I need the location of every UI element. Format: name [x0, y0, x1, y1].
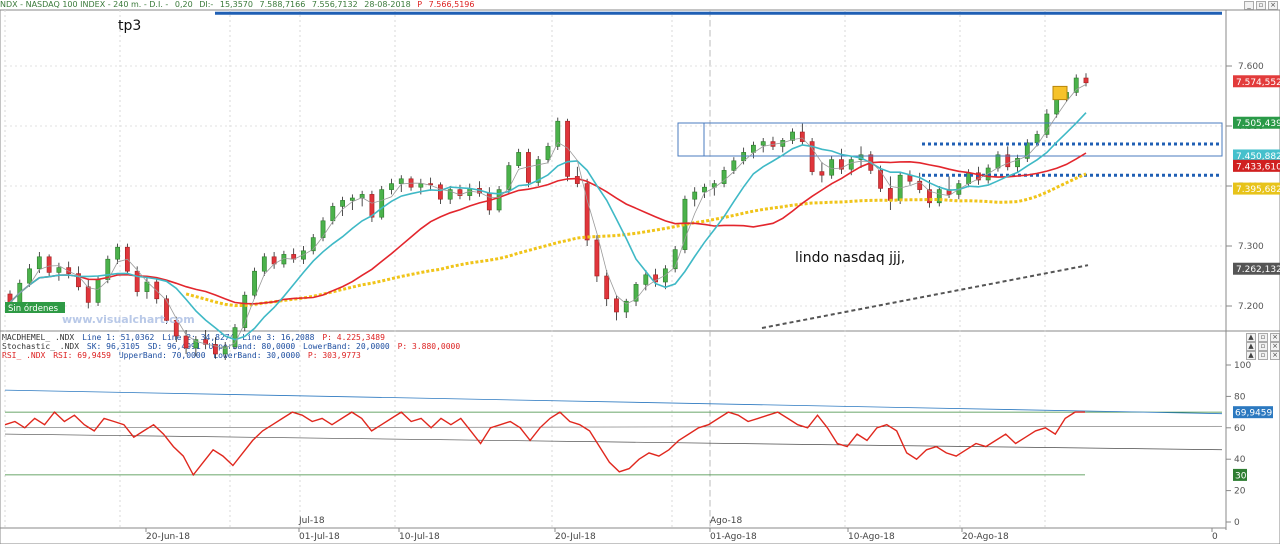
candle-body-35 — [349, 197, 355, 201]
date-label-3: 10-Jul-18 — [399, 532, 440, 542]
candle-body-58 — [574, 176, 580, 184]
candle-body-3 — [36, 256, 42, 270]
price-tick-label-3: 7.300 — [1238, 242, 1264, 252]
date-label-1: Jul-18 — [298, 516, 325, 526]
candle-body-25 — [252, 270, 257, 296]
price-badge-0: 7.574,5526 — [1236, 78, 1280, 88]
candle-body-61 — [604, 275, 610, 300]
rsi-tick-label-1: 80 — [1234, 392, 1246, 402]
trend-line — [761, 264, 1089, 329]
candle-body-11 — [115, 246, 120, 260]
comment-label: lindo nasdaq jjj, — [795, 250, 905, 266]
price-chart[interactable]: 7.6007.5007.4007.3007.2007.574,55267.505… — [0, 0, 1280, 544]
candle-body-74 — [731, 160, 737, 171]
date-label-8: 20-Ago-18 — [962, 532, 1009, 542]
candle-body-107 — [1054, 98, 1060, 115]
price-tick-label-4: 7.200 — [1238, 302, 1264, 312]
rsi-badge-1: 30 — [1235, 471, 1247, 481]
rsi-line — [4, 411, 1085, 477]
highlight-box — [1052, 85, 1068, 101]
rsi-trend-upper — [4, 389, 1223, 415]
candle-body-57 — [565, 120, 570, 177]
date-label-4: 20-Jul-18 — [555, 532, 596, 542]
candle-body-4 — [46, 256, 52, 273]
candle-body-34 — [340, 200, 345, 207]
date-label-2: 01-Jul-18 — [299, 532, 340, 542]
candle-body-65 — [643, 274, 649, 285]
candle-body-13 — [134, 270, 140, 292]
candle-body-90 — [887, 188, 893, 201]
candle-body-110 — [1083, 77, 1089, 84]
candle-body-55 — [545, 146, 551, 160]
candle-body-42 — [418, 183, 424, 188]
candle-body-26 — [261, 256, 267, 272]
tp3-label: tp3 — [118, 18, 141, 34]
ma-fast-gray — [9, 84, 1087, 349]
date-label-5: Ago-18 — [710, 516, 743, 526]
candle-body-86 — [848, 159, 854, 170]
candle-body-102 — [1005, 154, 1011, 168]
candle-body-59 — [584, 183, 590, 241]
candle-body-38 — [379, 189, 385, 218]
candle-body-84 — [829, 159, 835, 176]
rsi-tick-label-2: 60 — [1234, 424, 1246, 434]
candle-body-60 — [594, 239, 600, 277]
candle-body-62 — [614, 298, 619, 313]
date-label-6: 01-Ago-18 — [710, 532, 757, 542]
candle-body-52 — [516, 152, 522, 166]
candle-body-70 — [692, 191, 698, 200]
price-tick-label-0: 7.600 — [1238, 62, 1264, 72]
candle-body-76 — [751, 144, 756, 153]
candle-body-39 — [389, 183, 394, 190]
rsi-trend-mid — [4, 425, 1223, 429]
candle-body-44 — [437, 184, 443, 200]
orders-badge: Sin órdenes — [8, 303, 59, 314]
candle-body-9 — [95, 279, 101, 303]
rsi-tick-label-0: 100 — [1234, 361, 1251, 371]
candle-body-8 — [85, 286, 91, 303]
candle-body-5 — [56, 267, 62, 273]
candle-body-106 — [1044, 113, 1050, 135]
candle-body-71 — [702, 186, 707, 193]
date-label-9: 0 — [1212, 532, 1218, 542]
rsi-tick-label-3: 40 — [1234, 455, 1246, 465]
range-box — [677, 122, 1223, 157]
candle-body-77 — [760, 141, 766, 146]
candle-body-33 — [330, 206, 336, 222]
date-label-0: 20-Jun-18 — [146, 532, 190, 542]
rsi-tick-label-4: 20 — [1234, 487, 1246, 497]
range-box-handle — [677, 122, 705, 157]
rsi-tick-label-5: 0 — [1234, 518, 1240, 528]
candle-body-109 — [1073, 77, 1079, 93]
candle-body-40 — [398, 178, 404, 184]
price-badge-1: 7.505,4390 — [1236, 119, 1280, 129]
candle-body-105 — [1034, 134, 1040, 144]
candle-body-101 — [995, 154, 1001, 169]
chart-frame — [0, 9, 1280, 544]
price-badge-4: 7.395,6826 — [1236, 185, 1280, 195]
rsi-badge-0: 69,9459 — [1235, 409, 1272, 419]
candle-body-2 — [27, 268, 32, 284]
price-badge-5: 7.262,1322 — [1236, 265, 1280, 275]
candle-body-32 — [320, 220, 326, 238]
rsi-trend-lower — [4, 433, 1223, 451]
watermark: www.visualchart.com — [62, 313, 195, 326]
date-label-7: 10-Ago-18 — [848, 532, 895, 542]
price-badge-3: 7.433,6102 — [1236, 162, 1280, 172]
candle-body-83 — [819, 171, 825, 176]
candle-body-18 — [183, 335, 189, 349]
